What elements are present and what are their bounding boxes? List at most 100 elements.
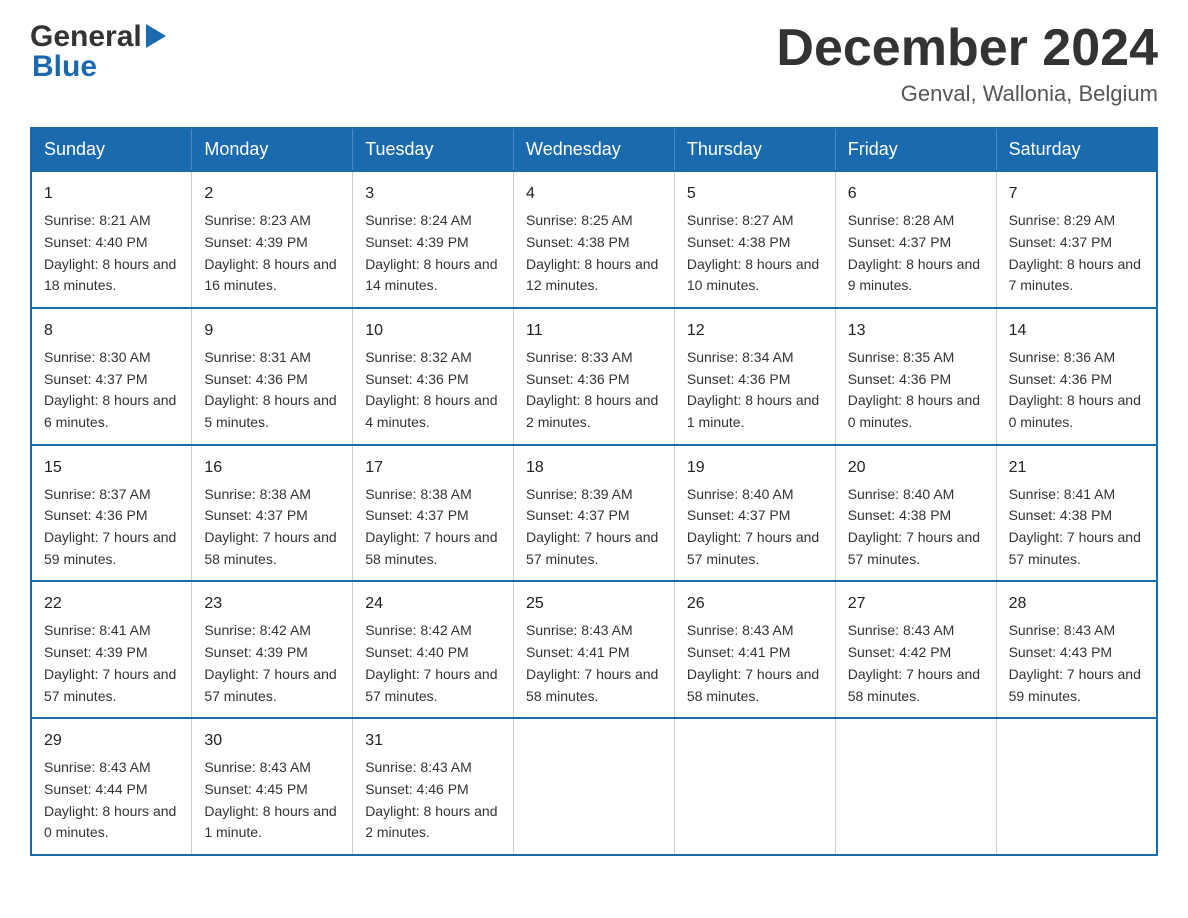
calendar-week-row: 22 Sunrise: 8:41 AMSunset: 4:39 PMDayligh… <box>31 581 1157 718</box>
day-info: Sunrise: 8:38 AMSunset: 4:37 PMDaylight:… <box>365 484 501 571</box>
column-header-thursday: Thursday <box>674 128 835 171</box>
calendar-cell: 8 Sunrise: 8:30 AMSunset: 4:37 PMDaylight… <box>31 308 192 445</box>
day-number: 4 <box>526 182 662 206</box>
day-info: Sunrise: 8:34 AMSunset: 4:36 PMDaylight:… <box>687 347 823 434</box>
day-number: 5 <box>687 182 823 206</box>
calendar-cell: 12 Sunrise: 8:34 AMSunset: 4:36 PMDayligh… <box>674 308 835 445</box>
calendar-cell: 5 Sunrise: 8:27 AMSunset: 4:38 PMDaylight… <box>674 171 835 308</box>
calendar-cell: 1Sunrise: 8:21 AMSunset: 4:40 PMDaylight… <box>31 171 192 308</box>
day-number: 25 <box>526 592 662 616</box>
day-info: Sunrise: 8:40 AMSunset: 4:38 PMDaylight:… <box>848 484 984 571</box>
day-number: 13 <box>848 319 984 343</box>
column-header-tuesday: Tuesday <box>353 128 514 171</box>
calendar-cell: 13 Sunrise: 8:35 AMSunset: 4:36 PMDayligh… <box>835 308 996 445</box>
logo-arrow-icon <box>146 24 166 48</box>
day-info: Sunrise: 8:37 AMSunset: 4:36 PMDaylight:… <box>44 484 179 571</box>
day-info: Sunrise: 8:43 AMSunset: 4:43 PMDaylight:… <box>1009 620 1144 707</box>
calendar-week-row: 1Sunrise: 8:21 AMSunset: 4:40 PMDaylight… <box>31 171 1157 308</box>
calendar-week-row: 8 Sunrise: 8:30 AMSunset: 4:37 PMDaylight… <box>31 308 1157 445</box>
calendar-cell: 9 Sunrise: 8:31 AMSunset: 4:36 PMDaylight… <box>192 308 353 445</box>
calendar-cell: 3 Sunrise: 8:24 AMSunset: 4:39 PMDaylight… <box>353 171 514 308</box>
day-info: Sunrise: 8:43 AMSunset: 4:46 PMDaylight:… <box>365 757 501 844</box>
calendar-header-row: SundayMondayTuesdayWednesdayThursdayFrid… <box>31 128 1157 171</box>
calendar-cell: 29 Sunrise: 8:43 AMSunset: 4:44 PMDayligh… <box>31 718 192 855</box>
day-number: 31 <box>365 729 501 753</box>
column-header-monday: Monday <box>192 128 353 171</box>
calendar-cell <box>835 718 996 855</box>
day-number: 10 <box>365 319 501 343</box>
day-info: Sunrise: 8:28 AMSunset: 4:37 PMDaylight:… <box>848 210 984 297</box>
day-info: Sunrise: 8:31 AMSunset: 4:36 PMDaylight:… <box>204 347 340 434</box>
calendar-cell: 24 Sunrise: 8:42 AMSunset: 4:40 PMDayligh… <box>353 581 514 718</box>
day-info: Sunrise: 8:41 AMSunset: 4:38 PMDaylight:… <box>1009 484 1144 571</box>
title-section: December 2024 Genval, Wallonia, Belgium <box>776 20 1158 107</box>
day-info: Sunrise: 8:43 AMSunset: 4:44 PMDaylight:… <box>44 757 179 844</box>
day-number: 30 <box>204 729 340 753</box>
day-number: 8 <box>44 319 179 343</box>
logo: General Blue <box>30 20 166 84</box>
day-number: 24 <box>365 592 501 616</box>
day-number: 9 <box>204 319 340 343</box>
day-info: Sunrise: 8:23 AMSunset: 4:39 PMDaylight:… <box>204 210 340 297</box>
calendar-cell: 16 Sunrise: 8:38 AMSunset: 4:37 PMDayligh… <box>192 445 353 582</box>
column-header-saturday: Saturday <box>996 128 1157 171</box>
calendar-cell: 7Sunrise: 8:29 AMSunset: 4:37 PMDaylight… <box>996 171 1157 308</box>
calendar-cell: 25Sunrise: 8:43 AMSunset: 4:41 PMDayligh… <box>514 581 675 718</box>
calendar-cell: 19 Sunrise: 8:40 AMSunset: 4:37 PMDayligh… <box>674 445 835 582</box>
calendar-cell: 22 Sunrise: 8:41 AMSunset: 4:39 PMDayligh… <box>31 581 192 718</box>
day-number: 12 <box>687 319 823 343</box>
calendar-cell: 28 Sunrise: 8:43 AMSunset: 4:43 PMDayligh… <box>996 581 1157 718</box>
calendar-cell: 30 Sunrise: 8:43 AMSunset: 4:45 PMDayligh… <box>192 718 353 855</box>
day-number: 28 <box>1009 592 1144 616</box>
calendar-cell: 15 Sunrise: 8:37 AMSunset: 4:36 PMDayligh… <box>31 445 192 582</box>
calendar-cell: 26 Sunrise: 8:43 AMSunset: 4:41 PMDayligh… <box>674 581 835 718</box>
day-info: Sunrise: 8:29 AMSunset: 4:37 PMDaylight:… <box>1009 210 1144 297</box>
day-info: Sunrise: 8:24 AMSunset: 4:39 PMDaylight:… <box>365 210 501 297</box>
day-number: 29 <box>44 729 179 753</box>
column-header-friday: Friday <box>835 128 996 171</box>
calendar-cell: 6 Sunrise: 8:28 AMSunset: 4:37 PMDaylight… <box>835 171 996 308</box>
day-info: Sunrise: 8:35 AMSunset: 4:36 PMDaylight:… <box>848 347 984 434</box>
calendar-cell <box>674 718 835 855</box>
day-info: Sunrise: 8:40 AMSunset: 4:37 PMDaylight:… <box>687 484 823 571</box>
calendar-cell: 27Sunrise: 8:43 AMSunset: 4:42 PMDayligh… <box>835 581 996 718</box>
logo-blue-text: Blue <box>30 50 166 84</box>
day-number: 15 <box>44 456 179 480</box>
day-number: 26 <box>687 592 823 616</box>
day-info: Sunrise: 8:27 AMSunset: 4:38 PMDaylight:… <box>687 210 823 297</box>
column-header-sunday: Sunday <box>31 128 192 171</box>
calendar-cell: 20 Sunrise: 8:40 AMSunset: 4:38 PMDayligh… <box>835 445 996 582</box>
calendar-cell: 11Sunrise: 8:33 AMSunset: 4:36 PMDayligh… <box>514 308 675 445</box>
day-info: Sunrise: 8:43 AMSunset: 4:45 PMDaylight:… <box>204 757 340 844</box>
day-info: Sunrise: 8:39 AMSunset: 4:37 PMDaylight:… <box>526 484 662 571</box>
day-number: 18 <box>526 456 662 480</box>
day-number: 16 <box>204 456 340 480</box>
day-number: 14 <box>1009 319 1144 343</box>
calendar-cell: 17 Sunrise: 8:38 AMSunset: 4:37 PMDayligh… <box>353 445 514 582</box>
day-info: Sunrise: 8:41 AMSunset: 4:39 PMDaylight:… <box>44 620 179 707</box>
calendar-cell: 23Sunrise: 8:42 AMSunset: 4:39 PMDayligh… <box>192 581 353 718</box>
month-title: December 2024 <box>776 20 1158 77</box>
day-info: Sunrise: 8:38 AMSunset: 4:37 PMDaylight:… <box>204 484 340 571</box>
day-info: Sunrise: 8:30 AMSunset: 4:37 PMDaylight:… <box>44 347 179 434</box>
day-number: 27 <box>848 592 984 616</box>
calendar-week-row: 15 Sunrise: 8:37 AMSunset: 4:36 PMDayligh… <box>31 445 1157 582</box>
day-info: Sunrise: 8:43 AMSunset: 4:41 PMDaylight:… <box>687 620 823 707</box>
page-header: General Blue December 2024 Genval, Wallo… <box>30 20 1158 107</box>
logo-general-text: General <box>30 20 142 54</box>
day-number: 22 <box>44 592 179 616</box>
day-number: 21 <box>1009 456 1144 480</box>
day-number: 20 <box>848 456 984 480</box>
day-info: Sunrise: 8:32 AMSunset: 4:36 PMDaylight:… <box>365 347 501 434</box>
calendar-cell: 31 Sunrise: 8:43 AMSunset: 4:46 PMDayligh… <box>353 718 514 855</box>
day-number: 19 <box>687 456 823 480</box>
day-number: 17 <box>365 456 501 480</box>
calendar-cell: 18 Sunrise: 8:39 AMSunset: 4:37 PMDayligh… <box>514 445 675 582</box>
day-info: Sunrise: 8:42 AMSunset: 4:40 PMDaylight:… <box>365 620 501 707</box>
calendar-table: SundayMondayTuesdayWednesdayThursdayFrid… <box>30 127 1158 856</box>
calendar-cell: 21 Sunrise: 8:41 AMSunset: 4:38 PMDayligh… <box>996 445 1157 582</box>
day-number: 3 <box>365 182 501 206</box>
day-number: 11 <box>526 319 662 343</box>
day-number: 6 <box>848 182 984 206</box>
calendar-cell: 10 Sunrise: 8:32 AMSunset: 4:36 PMDayligh… <box>353 308 514 445</box>
